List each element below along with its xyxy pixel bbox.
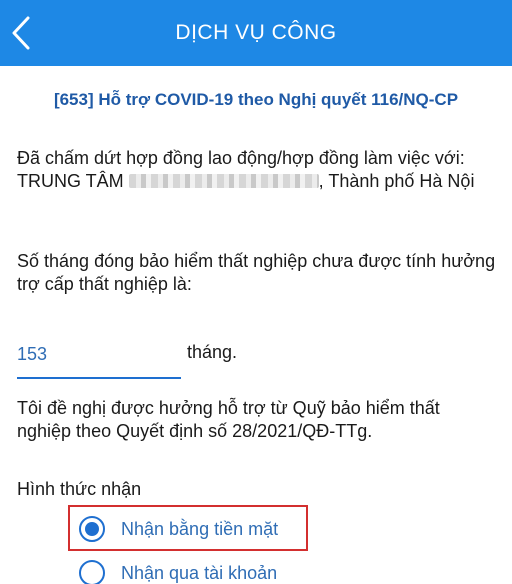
radio-label-account: Nhận qua tài khoản — [121, 562, 278, 583]
radio-label-cash: Nhận bằng tiền mặt — [121, 518, 279, 539]
radio-option-account[interactable]: Nhận qua tài khoản — [79, 557, 277, 584]
radio-option-cash[interactable]: Nhận bằng tiền mặt — [79, 513, 278, 545]
radio-unchecked-icon[interactable] — [79, 560, 105, 584]
request-text: Tôi đề nghị được hưởng hỗ trợ từ Quỹ bảo… — [17, 398, 440, 441]
months-unit: tháng. — [187, 342, 238, 362]
contract-info: Đã chấm dứt hợp đồng lao động/hợp đồng l… — [17, 147, 497, 193]
screen: DỊCH VỤ CÔNG [653] Hỗ trợ COVID-19 theo … — [0, 0, 512, 584]
contract-text-end: , Thành phố Hà Nội — [318, 171, 475, 191]
app-header: DỊCH VỤ CÔNG — [0, 0, 512, 66]
header-title: DỊCH VỤ CÔNG — [175, 21, 337, 44]
redacted-name — [128, 174, 319, 188]
unemployment-question: Số tháng đóng bảo hiểm thất nghiệp chưa … — [17, 251, 496, 294]
months-input[interactable] — [17, 331, 181, 379]
service-title: [653] Hỗ trợ COVID-19 theo Nghị quyết 11… — [53, 90, 459, 109]
radio-checked-icon[interactable] — [79, 516, 105, 542]
receive-method-label: Hình thức nhận — [17, 479, 142, 499]
